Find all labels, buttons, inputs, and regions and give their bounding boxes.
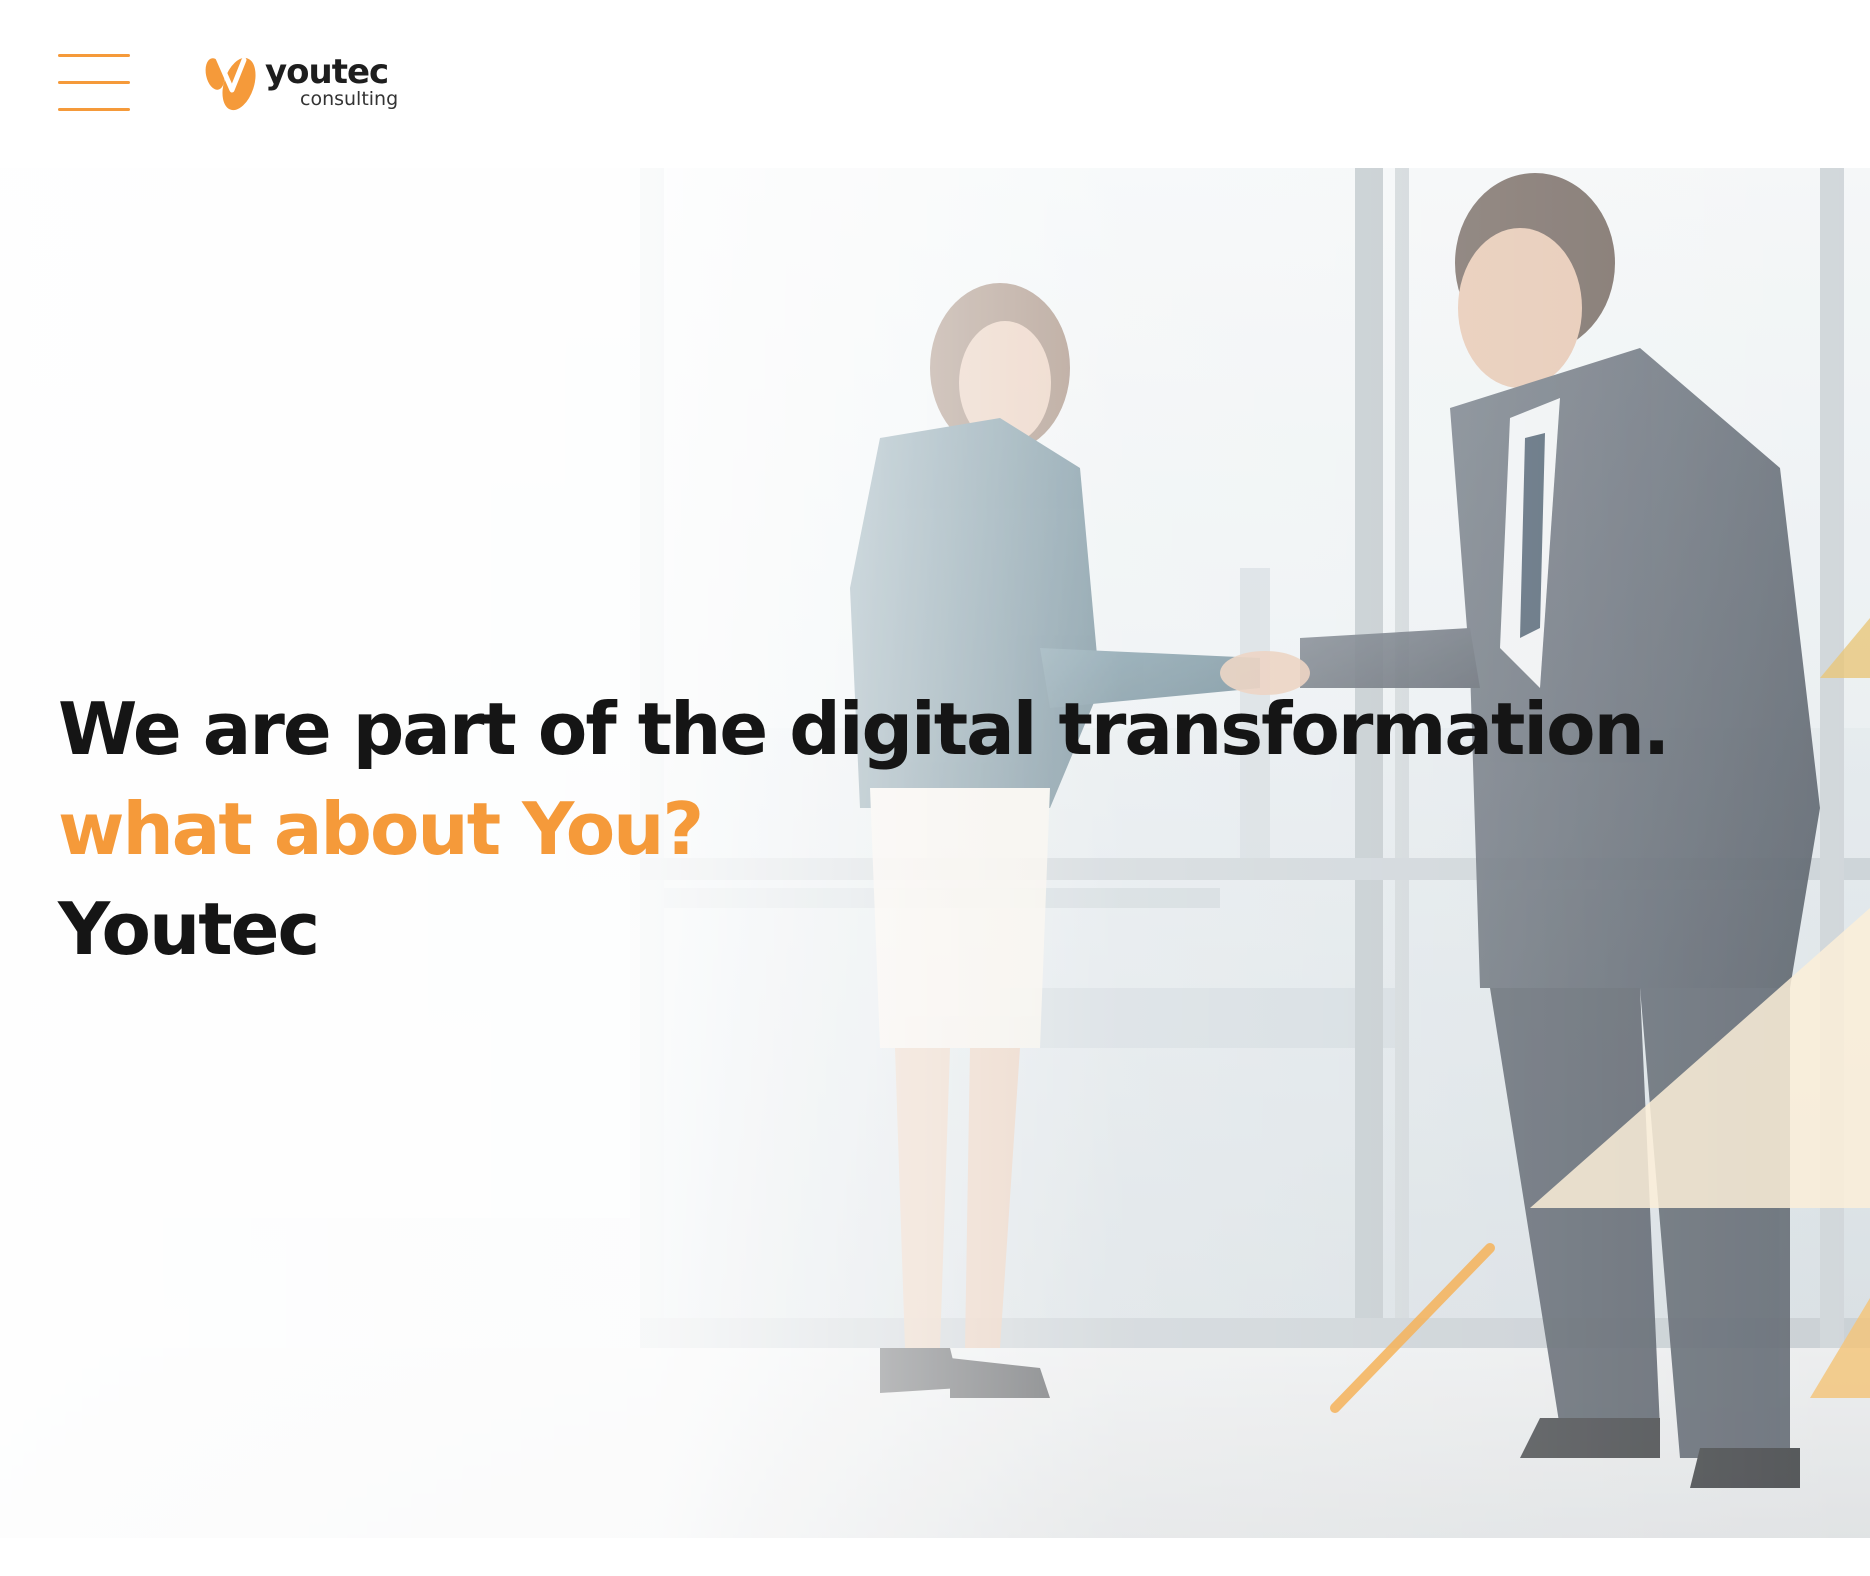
logo-link[interactable]: youtec consulting bbox=[198, 50, 408, 116]
logo-subtitle: consulting bbox=[300, 88, 399, 110]
menu-bar bbox=[58, 54, 130, 57]
hero-headline: We are part of the digital transformatio… bbox=[58, 679, 1818, 979]
site-header: youtec consulting bbox=[0, 0, 1870, 168]
headline-line-1: We are part of the digital transformatio… bbox=[58, 687, 1670, 772]
hero-section: We are part of the digital transformatio… bbox=[0, 168, 1870, 1554]
logo-wordmark: youtec bbox=[265, 52, 389, 92]
headline-line-3: Youtec bbox=[58, 887, 320, 972]
page: youtec consulting We are part of the dig… bbox=[0, 0, 1870, 1576]
youtec-logo-icon bbox=[205, 55, 256, 111]
hamburger-menu-icon[interactable] bbox=[58, 54, 130, 112]
menu-bar bbox=[58, 81, 130, 84]
logo-text: youtec consulting bbox=[265, 50, 405, 116]
menu-bar bbox=[58, 108, 130, 111]
headline-line-2: what about You? bbox=[58, 787, 704, 872]
